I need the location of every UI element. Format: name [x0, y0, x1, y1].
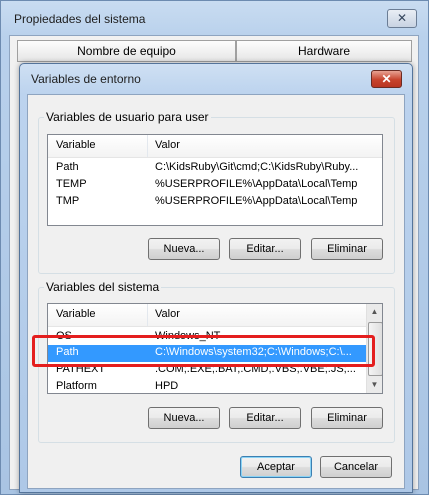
column-separator[interactable]: [147, 304, 148, 326]
table-row[interactable]: Path C:\KidsRuby\Git\cmd;C:\KidsRuby\Rub…: [48, 160, 382, 177]
accept-button[interactable]: Aceptar: [240, 456, 312, 478]
system-properties-close-button[interactable]: ✕: [387, 9, 417, 28]
variable-value: %USERPROFILE%\AppData\Local\Temp: [155, 178, 358, 190]
dialog-close-button[interactable]: ✕: [371, 70, 402, 88]
column-header-value[interactable]: Valor: [155, 308, 180, 320]
tab-hardware[interactable]: Hardware: [236, 40, 412, 62]
list-header: Variable Valor: [48, 135, 382, 158]
variable-value: C:\KidsRuby\Git\cmd;C:\KidsRuby\Ruby...: [155, 161, 359, 173]
tab-computer-name[interactable]: Nombre de equipo: [17, 40, 236, 62]
user-delete-button[interactable]: Eliminar: [311, 238, 383, 260]
table-row[interactable]: TMP %USERPROFILE%\AppData\Local\Temp: [48, 194, 382, 211]
column-separator[interactable]: [147, 135, 148, 157]
user-new-button[interactable]: Nueva...: [148, 238, 220, 260]
user-variables-list[interactable]: Variable Valor Path C:\KidsRuby\Git\cmd;…: [47, 134, 383, 226]
table-row[interactable]: Platform HPD: [48, 379, 382, 393]
system-new-button[interactable]: Nueva...: [148, 407, 220, 429]
list-header: Variable Valor: [48, 304, 382, 327]
scroll-down-arrow-icon[interactable]: ▼: [367, 377, 382, 393]
dialog-title: Variables de entorno: [31, 72, 141, 86]
column-header-variable[interactable]: Variable: [56, 139, 96, 151]
variable-name: Path: [56, 161, 79, 173]
column-header-value[interactable]: Valor: [155, 139, 180, 151]
variable-name: TMP: [56, 195, 80, 207]
system-properties-title: Propiedades del sistema: [14, 12, 146, 26]
system-delete-button[interactable]: Eliminar: [311, 407, 383, 429]
cancel-button[interactable]: Cancelar: [320, 456, 392, 478]
table-row[interactable]: TEMP %USERPROFILE%\AppData\Local\Temp: [48, 177, 382, 194]
system-edit-button[interactable]: Editar...: [229, 407, 301, 429]
variable-value: %USERPROFILE%\AppData\Local\Temp: [155, 195, 358, 207]
variable-name: Platform: [56, 380, 97, 392]
highlight-annotation-box: [32, 335, 375, 367]
user-variables-label: Variables de usuario para user: [44, 110, 211, 124]
variable-name: TEMP: [56, 178, 87, 190]
column-header-variable[interactable]: Variable: [56, 308, 96, 320]
system-variables-label: Variables del sistema: [44, 280, 162, 294]
variable-value: HPD: [155, 380, 179, 392]
user-edit-button[interactable]: Editar...: [229, 238, 301, 260]
scroll-up-arrow-icon[interactable]: ▲: [367, 304, 382, 320]
